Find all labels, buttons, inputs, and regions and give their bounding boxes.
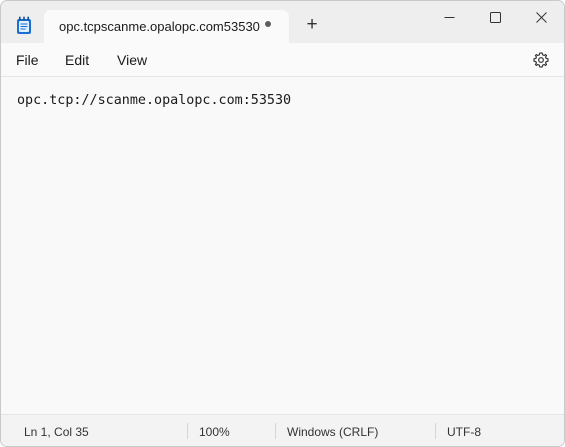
unsaved-dot-icon[interactable] bbox=[265, 21, 271, 27]
plus-icon: + bbox=[306, 14, 318, 35]
maximize-icon bbox=[489, 11, 501, 23]
notepad-icon bbox=[17, 16, 31, 34]
close-button[interactable] bbox=[518, 1, 564, 33]
menu-bar: File Edit View bbox=[1, 43, 564, 77]
close-icon bbox=[535, 11, 547, 23]
title-bar: opc.tcpscanme.opalopc.com53530 + bbox=[1, 1, 564, 43]
maximize-button[interactable] bbox=[472, 1, 518, 33]
status-bar: Ln 1, Col 35 100% Windows (CRLF) UTF-8 bbox=[1, 414, 564, 446]
editor-content[interactable]: opc.tcp://scanme.opalopc.com:53530 bbox=[17, 93, 291, 108]
menu-edit[interactable]: Edit bbox=[65, 52, 89, 68]
status-cursor-position[interactable]: Ln 1, Col 35 bbox=[24, 425, 89, 439]
status-divider bbox=[435, 423, 436, 439]
minimize-button[interactable] bbox=[426, 1, 472, 33]
status-zoom[interactable]: 100% bbox=[199, 425, 230, 439]
status-divider bbox=[275, 423, 276, 439]
gear-icon[interactable] bbox=[532, 51, 550, 69]
tab-title: opc.tcpscanme.opalopc.com53530 bbox=[59, 19, 260, 34]
minimize-icon bbox=[444, 16, 454, 18]
tab-document[interactable]: opc.tcpscanme.opalopc.com53530 bbox=[44, 10, 289, 43]
menu-view[interactable]: View bbox=[117, 52, 147, 68]
menu-file[interactable]: File bbox=[16, 52, 39, 68]
new-tab-button[interactable]: + bbox=[301, 15, 323, 37]
status-divider bbox=[187, 423, 188, 439]
status-encoding[interactable]: UTF-8 bbox=[447, 425, 481, 439]
text-editor[interactable]: opc.tcp://scanme.opalopc.com:53530 bbox=[1, 77, 564, 415]
notepad-window: opc.tcpscanme.opalopc.com53530 + File Ed… bbox=[0, 0, 565, 447]
status-line-ending[interactable]: Windows (CRLF) bbox=[287, 425, 378, 439]
